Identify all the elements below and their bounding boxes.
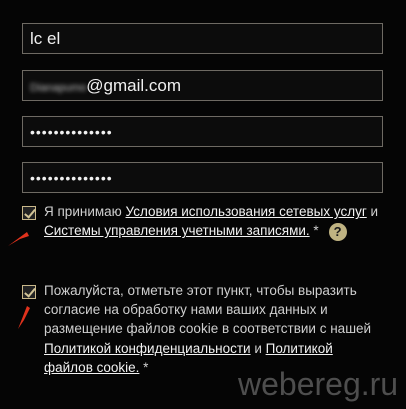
consent-middle: и bbox=[250, 340, 266, 356]
privacy-policy-link[interactable]: Политикой конфиденциальности bbox=[44, 341, 251, 356]
red-arrow-icon bbox=[18, 306, 30, 329]
terms-checkbox[interactable] bbox=[22, 206, 36, 220]
consent-text: Пожалуйста, отметьте этот пункт, чтобы в… bbox=[44, 281, 374, 377]
help-icon[interactable]: ? bbox=[328, 222, 347, 241]
password-confirm-field[interactable]: •••••••••••••• bbox=[22, 162, 383, 193]
email-local-value: Dianapumo bbox=[30, 82, 87, 94]
systems-link[interactable]: Системы управления учетными записями. bbox=[44, 223, 310, 238]
consent-body: Пожалуйста, отметьте этот пункт, чтобы в… bbox=[44, 283, 372, 337]
red-arrow-icon bbox=[8, 232, 29, 246]
terms-agreement-text: Я принимаю Условия использования сетевых… bbox=[44, 202, 384, 241]
consent-checkbox[interactable] bbox=[22, 285, 36, 299]
username-value: lc el bbox=[30, 29, 61, 48]
password-field[interactable]: •••••••••••••• bbox=[22, 116, 383, 147]
terms-prefix: Я принимаю bbox=[44, 204, 126, 219]
watermark: webereg.ru bbox=[238, 366, 399, 402]
email-domain-value: @gmail.com bbox=[86, 76, 181, 95]
email-field[interactable]: Dianapumo@gmail.com bbox=[22, 70, 383, 101]
required-asterisk: * bbox=[309, 223, 319, 239]
terms-middle: и bbox=[366, 204, 379, 219]
terms-link[interactable]: Условия использования сетевых услуг bbox=[126, 204, 367, 219]
password-confirm-value: •••••••••••••• bbox=[30, 170, 113, 186]
password-value: •••••••••••••• bbox=[30, 124, 113, 140]
required-asterisk: * bbox=[139, 359, 149, 375]
username-field[interactable]: lc el bbox=[22, 23, 383, 54]
